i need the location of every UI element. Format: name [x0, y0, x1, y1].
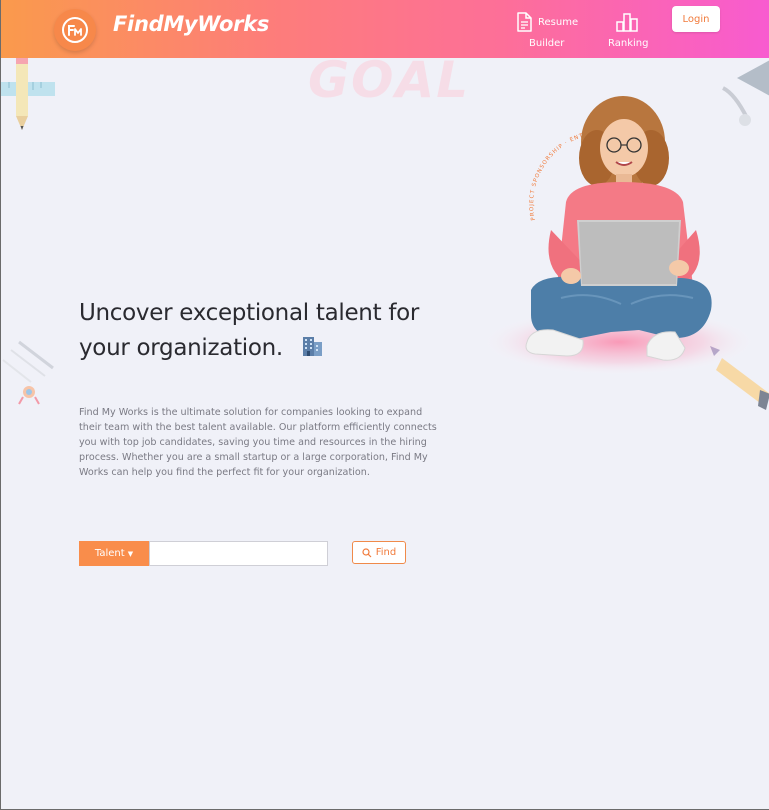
goal-background-text: GOAL [308, 51, 471, 100]
headline-line-1: Uncover exceptional talent for [79, 300, 420, 326]
caret-down-icon: ▼ [127, 549, 134, 558]
category-dropdown-label: Talent [94, 548, 125, 559]
bar-chart-icon [616, 12, 638, 35]
building-icon [300, 333, 324, 368]
headline-line-2: your organization. [79, 335, 283, 361]
find-button[interactable]: Find [352, 541, 406, 564]
nav-resume-label-2: Builder [529, 38, 565, 49]
document-icon [515, 12, 533, 35]
search-input[interactable] [149, 541, 328, 566]
talent-search-bar: Talent ▼ [79, 541, 328, 566]
nav-resume-label-1: Resume [538, 17, 579, 28]
brand-name[interactable]: FindMyWorks [113, 12, 269, 36]
find-button-label: Find [375, 547, 397, 558]
fmw-logo-icon[interactable] [54, 9, 96, 51]
login-button[interactable]: Login [672, 6, 720, 32]
hero-person-illustration: PROJECT SPONSORSHIP · ENTREPRENEUR [471, 90, 759, 376]
nav-ranking-label: Ranking [608, 38, 649, 49]
pencil-ruler-decoration [1, 58, 55, 130]
nav-ranking[interactable]: Ranking [601, 12, 655, 52]
medal-decoration [2, 340, 54, 405]
hero-description: Find My Works is the ultimate solution f… [79, 407, 437, 478]
nav-resume-builder[interactable]: Resume Builder [513, 12, 585, 52]
hero-headline: Uncover exceptional talent for your orga… [79, 296, 459, 368]
search-icon [362, 547, 372, 558]
category-dropdown-button[interactable]: Talent ▼ [79, 541, 149, 566]
